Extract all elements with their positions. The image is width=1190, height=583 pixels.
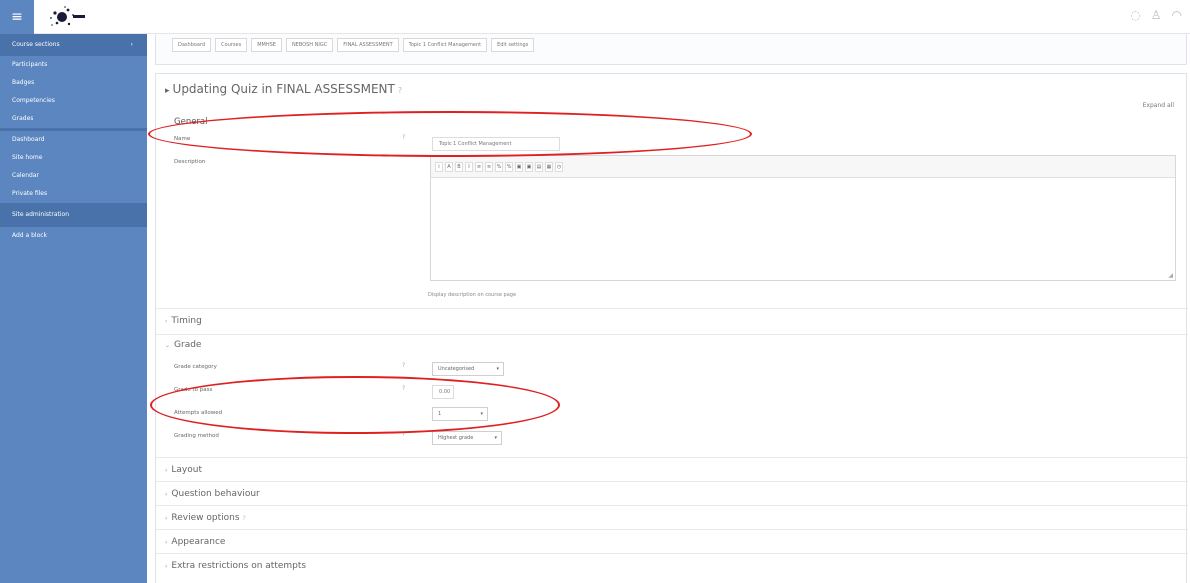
grading-method-label: Grading method	[174, 433, 219, 439]
splash-logo-icon[interactable]	[46, 3, 106, 31]
description-label: Description	[174, 159, 206, 165]
breadcrumb-item[interactable]: Edit settings	[491, 38, 535, 52]
breadcrumb-item[interactable]: Courses	[215, 38, 248, 52]
grading-method-select[interactable]: Highest grade ▾	[432, 431, 502, 445]
breadcrumb-item[interactable]: FINAL ASSESSMENT	[337, 38, 399, 52]
section-extra-restrictions[interactable]: › Extra restrictions on attempts	[156, 553, 1188, 577]
sidebar-item-label: Badges	[12, 79, 35, 86]
breadcrumb-item[interactable]: Topic 1 Conflict Management	[402, 38, 488, 52]
chevron-right-icon: ›	[165, 515, 168, 522]
help-icon[interactable]: ?	[398, 86, 402, 95]
expand-all-link[interactable]: Expand all	[1143, 102, 1174, 109]
section-layout[interactable]: › Layout	[156, 457, 1188, 481]
chevron-right-icon: ›	[165, 467, 168, 474]
editor-toolbar-button[interactable]: ≡	[475, 161, 483, 172]
sidebar-item-label: Site administration	[12, 211, 70, 218]
select-caret-icon: ▾	[494, 435, 497, 441]
section-timing[interactable]: › Timing	[156, 308, 1188, 334]
editor-toolbar-button[interactable]: ▣	[515, 161, 523, 172]
section-label: Question behaviour	[171, 489, 260, 499]
grade-category-select[interactable]: Uncategorised ▾	[432, 362, 504, 376]
annotation-ellipse	[150, 376, 560, 434]
chevron-right-icon: ›	[165, 318, 168, 325]
sidebar-item-label: Grades	[12, 115, 34, 122]
select-caret-icon: ▾	[496, 366, 499, 372]
help-icon[interactable]: ?	[402, 362, 405, 369]
sidebar-item-participants[interactable]: Participants	[0, 56, 147, 74]
user-icon[interactable]: ♙	[1151, 8, 1162, 22]
editor-toolbar-button[interactable]: %	[505, 161, 513, 172]
headset-icon[interactable]: ◠	[1172, 8, 1182, 22]
grade-category-label: Grade category	[174, 364, 217, 370]
section-label: Review options	[171, 513, 240, 523]
page-title: ▸ Updating Quiz in FINAL ASSESSMENT?	[165, 82, 402, 96]
sidebar-item-label: Competencies	[12, 97, 55, 104]
description-editor[interactable]: i A B I ≡ ≡ % % ▣ ▣ ▤ ▦ ◷ ◢	[430, 155, 1176, 281]
section-appearance[interactable]: › Appearance	[156, 529, 1188, 553]
editor-toolbar: i A B I ≡ ≡ % % ▣ ▣ ▤ ▦ ◷	[431, 156, 1175, 178]
sidebar-item-label: Site home	[12, 154, 43, 161]
sidebar-item-label: Calendar	[12, 172, 39, 179]
hamburger-icon[interactable]: ≡	[0, 0, 34, 34]
sidebar-item-label: Add a block	[12, 232, 48, 239]
sidebar-item-competencies[interactable]: Competencies	[0, 92, 147, 110]
section-label: Grade	[174, 340, 202, 350]
sidebar-item-badges[interactable]: Badges	[0, 74, 147, 92]
breadcrumb-item[interactable]: Dashboard	[172, 38, 212, 52]
chevron-down-icon: ⌄	[165, 342, 171, 349]
section-label: Appearance	[171, 537, 226, 547]
display-description-checkbox[interactable]: Display description on course page	[428, 292, 516, 298]
sidebar-item-course-sections[interactable]: Course sections ›	[0, 34, 147, 56]
sidebar-item-label: Participants	[12, 61, 48, 68]
sidebar-item-private-files[interactable]: Private files	[0, 185, 147, 203]
editor-toolbar-button[interactable]: ▣	[525, 161, 533, 172]
sidebar-item-add-block[interactable]: Add a block	[0, 227, 147, 245]
editor-toolbar-button[interactable]: ≡	[485, 161, 493, 172]
sidebar-item-dashboard[interactable]: Dashboard	[0, 131, 147, 149]
chevron-right-icon: ›	[165, 491, 168, 498]
section-label: Layout	[171, 465, 203, 475]
editor-toolbar-button[interactable]: i	[435, 161, 443, 172]
section-label: Extra restrictions on attempts	[171, 561, 307, 571]
select-value: Uncategorised	[438, 366, 475, 372]
breadcrumb-item[interactable]: NEBOSH NIGC	[285, 38, 334, 52]
resize-handle-icon[interactable]: ◢	[1168, 272, 1173, 279]
page-title-text: Updating Quiz in FINAL ASSESSMENT	[172, 82, 395, 96]
top-icons: ◌ ♙ ◠	[1130, 8, 1182, 22]
collapse-arrow-icon: ▸	[165, 86, 170, 96]
annotation-ellipse	[148, 111, 752, 157]
editor-toolbar-button[interactable]: I	[465, 161, 473, 172]
sidebar-item-label: Course sections	[12, 41, 60, 48]
breadcrumb: Dashboard Courses MMHSE NEBOSH NIGC FINA…	[155, 34, 1187, 65]
chevron-right-icon: ›	[130, 41, 133, 48]
editor-toolbar-button[interactable]: ◷	[555, 161, 563, 172]
section-label: Timing	[171, 316, 202, 326]
sidebar-item-grades[interactable]: Grades	[0, 110, 147, 128]
section-question-behaviour[interactable]: › Question behaviour	[156, 481, 1188, 505]
breadcrumb-item[interactable]: MMHSE	[251, 38, 282, 52]
chevron-right-icon: ›	[165, 563, 168, 570]
sidebar-item-label: Dashboard	[12, 136, 45, 143]
section-review-options[interactable]: › Review options?	[156, 505, 1188, 529]
editor-toolbar-button[interactable]: B	[455, 161, 463, 172]
sidebar-item-calendar[interactable]: Calendar	[0, 167, 147, 185]
chat-icon[interactable]: ◌	[1130, 8, 1140, 22]
sidebar-item-site-administration[interactable]: Site administration	[0, 206, 147, 224]
sidebar-item-site-home[interactable]: Site home	[0, 149, 147, 167]
help-icon[interactable]: ?	[243, 515, 246, 522]
sidebar-item-label: Private files	[12, 190, 48, 197]
chevron-right-icon: ›	[165, 539, 168, 546]
sidebar: Course sections › Participants Badges Co…	[0, 34, 147, 583]
editor-text-area[interactable]	[431, 178, 1175, 280]
editor-toolbar-button[interactable]: ▤	[535, 161, 543, 172]
select-value: Highest grade	[438, 435, 474, 441]
top-navbar: ≡ ◌ ♙ ◠	[0, 0, 1190, 34]
editor-toolbar-button[interactable]: ▦	[545, 161, 553, 172]
editor-toolbar-button[interactable]: A	[445, 161, 453, 172]
editor-toolbar-button[interactable]: %	[495, 161, 503, 172]
